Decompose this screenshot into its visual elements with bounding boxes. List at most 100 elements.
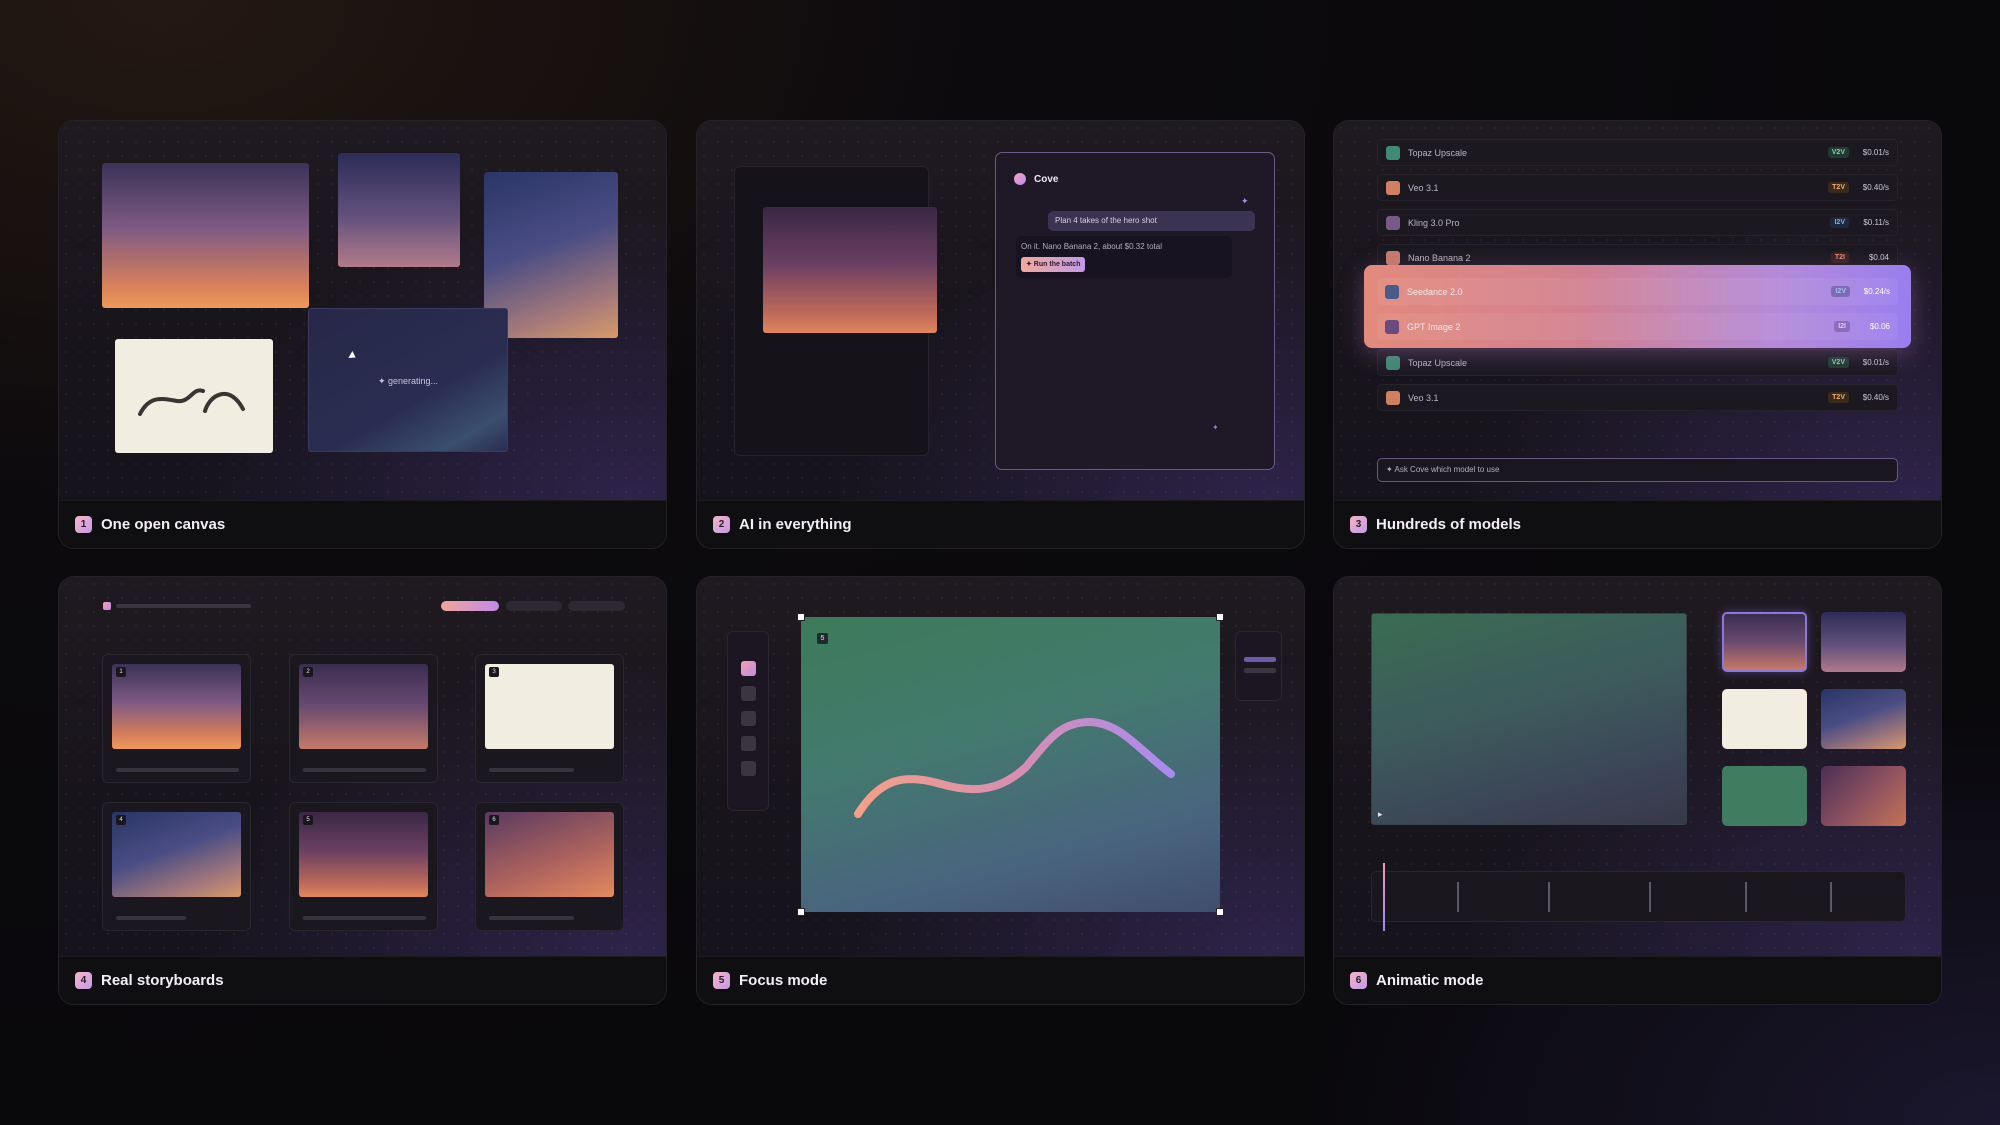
timeline-marker xyxy=(1548,882,1550,912)
storyboard-frame[interactable]: 2 xyxy=(289,654,438,783)
model-price: $0.01/s xyxy=(1862,358,1889,367)
model-tag: I2V xyxy=(1831,286,1850,297)
canvas-generating-card[interactable]: ✦ generating... xyxy=(308,308,508,452)
storyboard-frame[interactable]: 5 xyxy=(289,802,438,931)
model-row-selected[interactable]: Seedance 2.0 I2V $0.24/s xyxy=(1377,278,1898,305)
card-title: Real storyboards xyxy=(101,972,224,989)
resize-handle[interactable] xyxy=(797,908,805,916)
model-icon xyxy=(1386,145,1400,160)
storyboard-frame[interactable]: 6 xyxy=(475,802,624,931)
feature-card-focus[interactable]: 5 5 Focus mode xyxy=(696,576,1305,1005)
resize-handle[interactable] xyxy=(1216,908,1224,916)
storyboard-frame[interactable]: 1 xyxy=(102,654,251,783)
animatic-shot[interactable] xyxy=(1722,689,1807,749)
animatic-shot[interactable] xyxy=(1821,766,1906,826)
canvas-image-dusk[interactable] xyxy=(338,153,460,267)
animatic-player[interactable]: ▸ xyxy=(1371,613,1687,825)
animatic-shot-selected[interactable] xyxy=(1722,612,1807,672)
frame-number: 6 xyxy=(489,815,499,825)
feature-card-storyboards[interactable]: 1 2 3 4 5 6 4 Real storyboards xyxy=(58,576,667,1005)
model-row[interactable]: Topaz Upscale V2V $0.01/s xyxy=(1377,139,1898,166)
run-batch-button[interactable]: ✦ Run the batch xyxy=(1021,257,1086,272)
timeline-marker xyxy=(1830,882,1832,912)
sparkle-icon-small: ✦ xyxy=(1212,423,1219,432)
focused-frame[interactable]: 5 xyxy=(801,617,1220,912)
board-logo-icon xyxy=(103,602,111,610)
card-footer: 2 AI in everything xyxy=(697,500,1304,548)
card-footer: 6 Animatic mode xyxy=(1334,956,1941,1004)
card-footer: 1 One open canvas xyxy=(59,500,666,548)
card-number: 5 xyxy=(713,972,730,989)
panel-bar-active[interactable] xyxy=(1244,657,1276,662)
model-row[interactable]: Kling 3.0 Pro I2V $0.11/s xyxy=(1377,209,1898,236)
models-preview: Topaz Upscale V2V $0.01/s Veo 3.1 T2V $0… xyxy=(1334,121,1941,501)
frame-number: 1 xyxy=(116,667,126,677)
brush-stroke xyxy=(854,717,1175,818)
caption-bar xyxy=(489,768,574,772)
caption-bar xyxy=(303,768,426,772)
storyboard-preview: 1 2 3 4 5 6 xyxy=(59,577,666,957)
model-tag: T2V xyxy=(1828,392,1849,403)
timeline[interactable] xyxy=(1371,871,1906,922)
model-price: $0.06 xyxy=(1869,322,1890,331)
brush-tool-icon[interactable] xyxy=(740,661,756,676)
model-name: GPT Image 2 xyxy=(1407,321,1461,332)
card-number: 4 xyxy=(75,972,92,989)
frame-image[interactable] xyxy=(763,207,937,333)
model-price: $0.04 xyxy=(1868,253,1889,262)
feature-card-ai[interactable]: Cove ✦ Plan 4 takes of the hero shot On … xyxy=(696,120,1305,549)
model-price: $0.40/s xyxy=(1862,183,1889,192)
model-price: $0.40/s xyxy=(1862,393,1889,402)
tool-rail xyxy=(727,631,769,811)
model-icon xyxy=(1386,180,1400,195)
model-tag: V2V xyxy=(1827,147,1849,158)
animatic-shot[interactable] xyxy=(1821,612,1906,672)
frame-image: 1 xyxy=(112,664,241,749)
resize-handle[interactable] xyxy=(1216,613,1224,621)
model-row-selected[interactable]: GPT Image 2 I2I $0.06 xyxy=(1377,313,1898,340)
frame-image: 4 xyxy=(112,812,241,897)
tool-icon[interactable] xyxy=(740,686,756,701)
tool-icon[interactable] xyxy=(740,736,756,751)
model-tag: V2V xyxy=(1827,357,1849,368)
canvas-sketch-card[interactable] xyxy=(115,339,273,453)
caption-bar xyxy=(116,916,186,920)
model-icon xyxy=(1386,390,1400,405)
model-icon xyxy=(1386,250,1400,265)
feature-card-animatic[interactable]: ▸ 6 Animatic mode xyxy=(1333,576,1942,1005)
ask-cove-input[interactable]: ✦ Ask Cove which model to use xyxy=(1377,458,1898,482)
tool-icon[interactable] xyxy=(740,761,756,776)
animatic-shot[interactable] xyxy=(1722,766,1807,826)
timeline-marker xyxy=(1457,882,1459,912)
model-price: $0.11/s xyxy=(1863,218,1889,227)
board-title-bar xyxy=(116,604,251,608)
model-row[interactable]: Veo 3.1 T2V $0.40/s xyxy=(1377,174,1898,201)
view-pill[interactable] xyxy=(568,601,625,611)
play-icon[interactable]: ▸ xyxy=(1378,809,1383,820)
tool-icon[interactable] xyxy=(740,711,756,726)
resize-handle[interactable] xyxy=(797,613,805,621)
feature-card-canvas[interactable]: ✦ generating... 1 One open canvas xyxy=(58,120,667,549)
frame-image: 2 xyxy=(299,664,428,749)
model-icon xyxy=(1385,284,1399,299)
canvas-image-sunset[interactable] xyxy=(102,163,309,308)
panel-bar[interactable] xyxy=(1244,668,1276,673)
feature-card-models[interactable]: Topaz Upscale V2V $0.01/s Veo 3.1 T2V $0… xyxy=(1333,120,1942,549)
view-pill[interactable] xyxy=(506,601,562,611)
model-name: Veo 3.1 xyxy=(1408,182,1439,193)
model-row[interactable]: Veo 3.1 T2V $0.40/s xyxy=(1377,384,1898,411)
model-tag: T2V xyxy=(1828,182,1849,193)
storyboard-frame[interactable]: 3 xyxy=(475,654,624,783)
model-row[interactable]: Topaz Upscale V2V $0.01/s xyxy=(1377,349,1898,376)
view-pill-active[interactable] xyxy=(441,601,499,611)
animatic-shot[interactable] xyxy=(1821,689,1906,749)
model-price: $0.01/s xyxy=(1862,148,1889,157)
model-icon xyxy=(1386,355,1400,370)
card-title: AI in everything xyxy=(739,516,852,533)
caption-bar xyxy=(489,916,574,920)
playhead[interactable] xyxy=(1383,863,1385,931)
storyboard-frame[interactable]: 4 xyxy=(102,802,251,931)
caption-bar xyxy=(303,916,426,920)
model-icon xyxy=(1386,215,1400,230)
side-panel xyxy=(1235,631,1282,701)
